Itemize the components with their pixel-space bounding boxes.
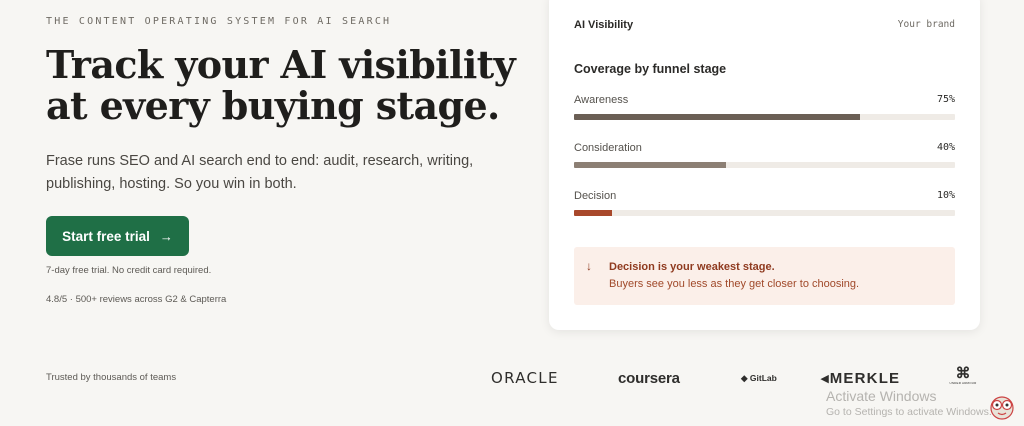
hero-headline: Track your AI visibility at every buying… xyxy=(46,44,526,126)
subtitle-line-1: Frase runs SEO and AI search end to end:… xyxy=(46,153,474,169)
activate-windows-title: Activate Windows xyxy=(826,388,937,404)
under-armour-logo: ⌘ UNDER ARMOUR xyxy=(947,366,979,385)
gitlab-logo: ◆ GitLab xyxy=(741,373,777,384)
ua-mark-icon: ⌘ xyxy=(955,365,971,382)
hero-subtitle: Frase runs SEO and AI search end to end:… xyxy=(46,150,516,196)
progress-track xyxy=(574,162,955,168)
merkle-wordmark: MERKLE xyxy=(829,370,901,387)
ua-wordmark: UNDER ARMOUR xyxy=(949,381,977,385)
progress-fill xyxy=(574,162,727,168)
start-free-trial-button[interactable]: Start free trial → xyxy=(46,216,189,256)
alert-title: Decision is your weakest stage. xyxy=(609,261,775,273)
trial-note: 7-day free trial. No credit card require… xyxy=(46,265,212,276)
fox-icon: ◆ xyxy=(741,373,748,383)
stage-consideration: Consideration 40% xyxy=(574,142,955,174)
weakest-stage-alert: ↓ Decision is your weakest stage. Buyers… xyxy=(574,247,955,305)
stage-decision: Decision 10% xyxy=(574,190,955,222)
ai-visibility-card: AI Visibility Your brand Coverage by fun… xyxy=(549,0,980,330)
progress-fill xyxy=(574,114,860,120)
alert-body: Buyers see you less as they get closer t… xyxy=(609,278,860,290)
stage-label: Consideration xyxy=(574,142,642,154)
coursera-logo: coursera xyxy=(618,370,680,387)
headline-line-2: at every buying stage. xyxy=(46,83,500,128)
gitlab-wordmark: GitLab xyxy=(749,373,777,383)
stage-awareness: Awareness 75% xyxy=(574,94,955,126)
arrow-down-icon: ↓ xyxy=(586,259,592,273)
headline-line-1: Track your AI visibility xyxy=(46,42,516,87)
activate-windows-subtitle: Go to Settings to activate Windows. xyxy=(826,406,992,418)
funnel-section-title: Coverage by funnel stage xyxy=(574,62,727,76)
stage-percent: 40% xyxy=(936,142,955,153)
stage-label: Awareness xyxy=(574,94,629,106)
brand-label: Your brand xyxy=(897,19,955,30)
stage-percent: 10% xyxy=(936,190,955,201)
progress-track xyxy=(574,114,955,120)
oracle-logo: ORACLE xyxy=(491,369,559,387)
eyebrow-text: THE CONTENT OPERATING SYSTEM FOR AI SEAR… xyxy=(46,16,392,27)
card-title: AI Visibility xyxy=(574,19,634,31)
reviews-text: 4.8/5 · 500+ reviews across G2 & Capterr… xyxy=(46,294,227,305)
stage-percent: 75% xyxy=(936,94,955,105)
arrow-right-icon: → xyxy=(159,228,173,244)
progress-fill xyxy=(574,210,613,216)
progress-track xyxy=(574,210,955,216)
merkle-chevron-icon: ◂ xyxy=(821,370,830,387)
mascot-icon[interactable] xyxy=(985,392,1019,420)
merkle-logo: ◂MERKLE xyxy=(821,369,900,387)
subtitle-line-2: publishing, hosting. So you win in both. xyxy=(46,176,297,192)
stage-label: Decision xyxy=(574,190,617,202)
cta-label: Start free trial xyxy=(62,228,150,244)
